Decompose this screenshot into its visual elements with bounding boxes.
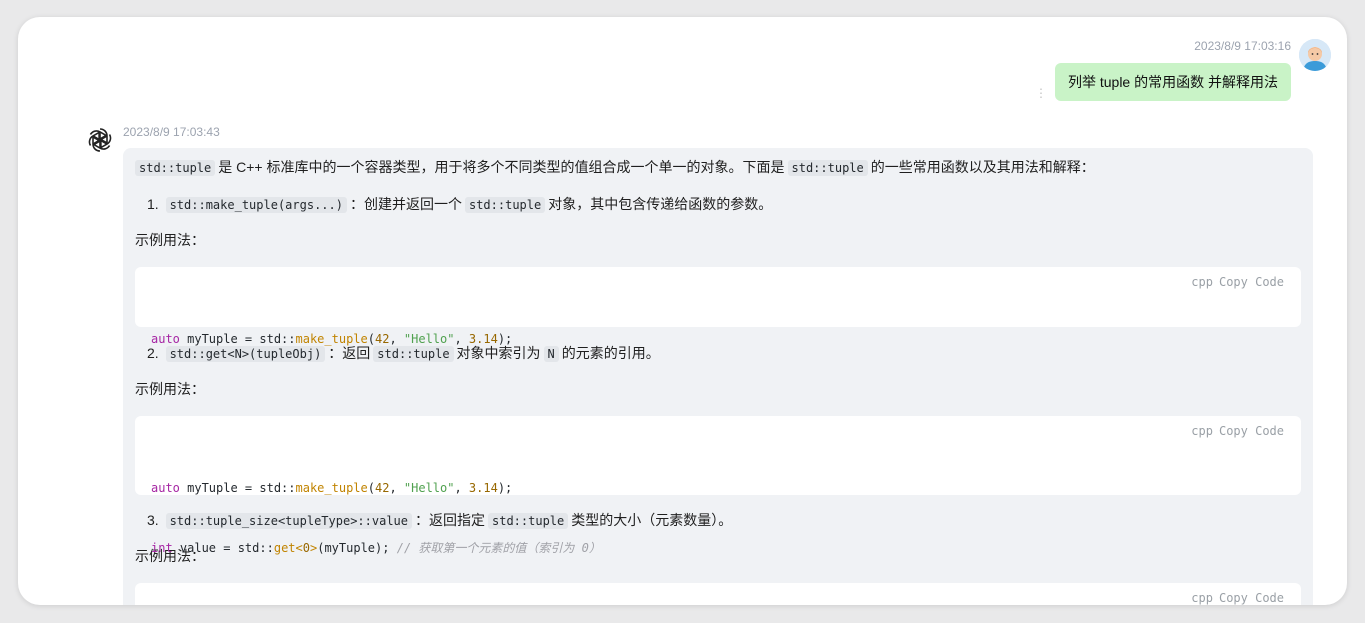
code-block: cpp Copy Code auto myTuple = std::make_tu… xyxy=(135,267,1301,346)
user-message-bubble: 列举 tuple 的常用函数 并解释用法 xyxy=(1054,63,1291,101)
copy-code-button[interactable]: Copy Code xyxy=(1219,275,1284,289)
code-block: cpp Copy Code auto myTuple = std::make_tu… xyxy=(135,416,1301,555)
code-line: auto myTuple = std::make_tuple(42, "Hell… xyxy=(151,481,513,495)
code-block: cpp Copy Code xyxy=(135,583,1301,605)
intro-text: 的一些常用函数以及其用法和解释： xyxy=(870,159,1095,175)
code-language-label: cpp xyxy=(1191,275,1213,289)
user-message-timestamp: 2023/8/9 17:03:16 xyxy=(1194,39,1291,53)
user-avatar-icon xyxy=(1299,39,1331,71)
assistant-message-bubble: std::tuple 是 C++ 标准库中的一个容器类型，用于将多个不同类型的值组… xyxy=(123,148,1313,605)
item-text: 对象，其中包含传递给函数的参数。 xyxy=(548,196,773,212)
chatgpt-logo-icon xyxy=(84,124,116,156)
message-more-icon[interactable]: ⋮ xyxy=(1035,87,1047,99)
code-content: auto myTuple = std::make_tuple(42, "Hell… xyxy=(135,267,1301,389)
inline-code: std::tuple xyxy=(464,197,546,213)
code-language-label: cpp xyxy=(1191,591,1213,605)
list-item: 1. std::make_tuple(args...) ：创建并返回一个 std::… xyxy=(135,195,1301,213)
intro-text: 是 C++ 标准库中的一个容器类型，用于将多个不同类型的值组合成一个单一的对象。… xyxy=(218,159,785,175)
inline-code: std::make_tuple(args...) xyxy=(165,197,347,213)
chat-window: 2023/8/9 17:03:16 列举 tuple 的常用函数 并解释用法 ⋮… xyxy=(18,17,1347,605)
user-avatar[interactable] xyxy=(1299,39,1331,71)
code-content: auto myTuple = std::make_tuple(42, "Hell… xyxy=(135,416,1301,598)
code-toolbar: cpp Copy Code xyxy=(1185,272,1284,292)
assistant-message-timestamp: 2023/8/9 17:03:43 xyxy=(123,125,220,139)
inline-code: std::tuple xyxy=(135,160,216,176)
item-text: ：创建并返回一个 xyxy=(349,196,462,212)
example-label: 示例用法： xyxy=(135,232,205,248)
code-toolbar: cpp Copy Code xyxy=(1185,421,1284,441)
code-toolbar: cpp Copy Code xyxy=(1185,588,1284,605)
copy-code-button[interactable]: Copy Code xyxy=(1219,591,1284,605)
code-line: auto myTuple = std::make_tuple(42, "Hell… xyxy=(151,332,513,346)
code-line: int value = std::get<0>(myTuple); // 获取第… xyxy=(151,541,601,555)
list-number: 1. xyxy=(147,196,159,212)
copy-code-button[interactable]: Copy Code xyxy=(1219,424,1284,438)
code-language-label: cpp xyxy=(1191,424,1213,438)
intro-paragraph: std::tuple 是 C++ 标准库中的一个容器类型，用于将多个不同类型的值组… xyxy=(135,158,1301,176)
inline-code: std::tuple xyxy=(787,160,868,176)
